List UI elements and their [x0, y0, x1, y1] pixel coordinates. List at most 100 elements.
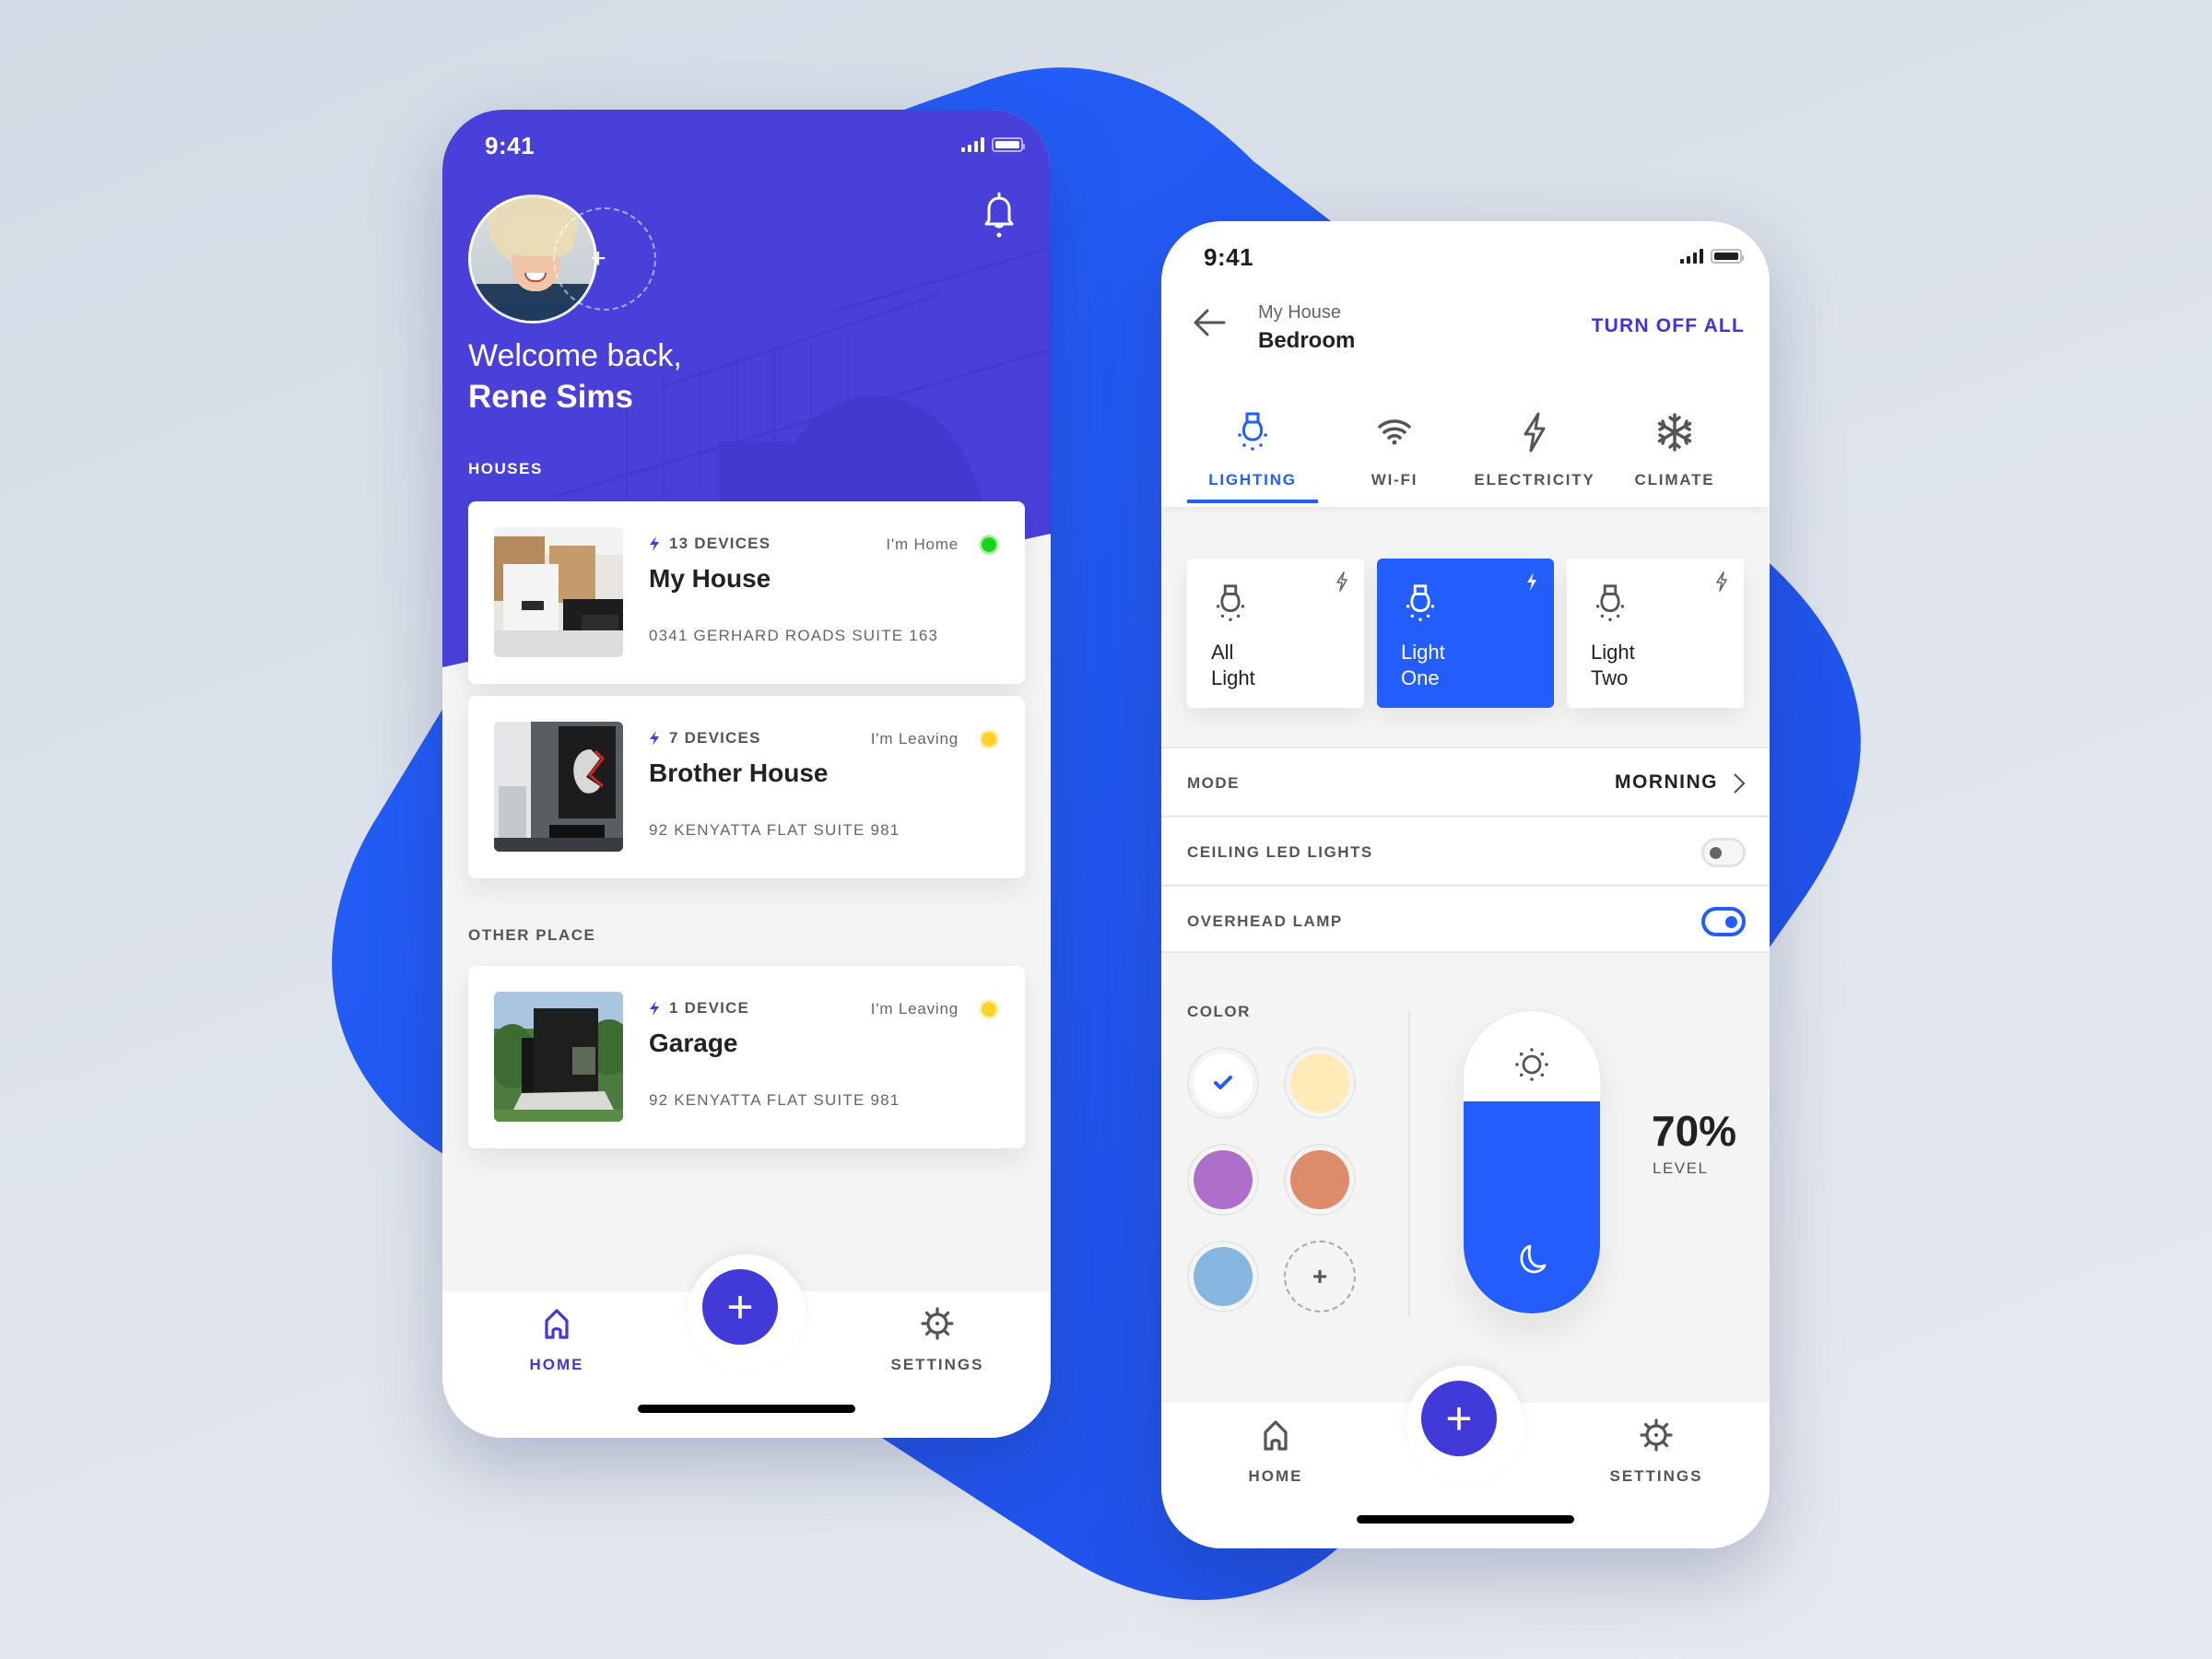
- bolt-icon: [1524, 412, 1546, 453]
- color-swatch-yellow[interactable]: [1284, 1047, 1356, 1119]
- ceiling-led-row: CEILING LED LIGHTS: [1161, 816, 1770, 884]
- plus-icon: +: [590, 243, 606, 274]
- home-indicator: [638, 1405, 855, 1413]
- active-tab-indicator: [1187, 500, 1318, 503]
- home-icon: [1264, 1420, 1288, 1451]
- cellular-signal-icon: [1680, 249, 1703, 264]
- bolt-icon: [1716, 571, 1727, 592]
- tab-home[interactable]: HOME: [1211, 1416, 1340, 1486]
- bolt-icon: [1527, 572, 1536, 591]
- wifi-icon: [1378, 419, 1411, 445]
- house-thumbnail: [494, 992, 623, 1122]
- bulb-icon: [1406, 584, 1435, 621]
- house-name: My House: [649, 564, 771, 593]
- house-name: Brother House: [649, 759, 829, 787]
- divider: [1408, 1010, 1410, 1316]
- house-thumbnail: [494, 527, 623, 657]
- level-label: LEVEL: [1653, 1159, 1709, 1177]
- arrow-left-icon[interactable]: [1191, 304, 1228, 341]
- tab-settings-label: SETTINGS: [890, 1356, 984, 1373]
- welcome-text: Welcome back,: [468, 338, 682, 373]
- add-button[interactable]: +: [702, 1269, 778, 1345]
- tab-home[interactable]: HOME: [492, 1304, 621, 1374]
- house-card-my-house[interactable]: 13 DEVICES I'm Home My House 0341 GERHAR…: [468, 501, 1025, 684]
- mode-row[interactable]: MODE MORNING: [1161, 747, 1770, 815]
- mode-value: MORNING: [1615, 771, 1718, 793]
- house-card-garage[interactable]: 1 DEVICE I'm Leaving Garage 92 KENYATTA …: [468, 966, 1025, 1148]
- page-title: Bedroom: [1258, 328, 1356, 353]
- tab-electricity[interactable]: ELECTRICITY: [1465, 410, 1604, 489]
- tab-wifi[interactable]: WI-FI: [1325, 410, 1464, 489]
- light-name: Light One: [1401, 641, 1445, 689]
- home-indicator: [1357, 1515, 1574, 1524]
- overhead-lamp-toggle[interactable]: [1701, 907, 1746, 936]
- tab-climate[interactable]: CLIMATE: [1606, 410, 1744, 489]
- tab-home-label: HOME: [529, 1356, 584, 1373]
- add-button[interactable]: +: [1421, 1381, 1497, 1456]
- plus-icon: +: [1445, 1393, 1473, 1444]
- chevron-right-icon: [1734, 773, 1746, 794]
- presence-status: I'm Leaving: [870, 1000, 959, 1018]
- room-header: 9:41 My House Bedroom TURN OFF ALL LIGHT…: [1161, 221, 1770, 507]
- device-count: 7 DEVICES: [649, 729, 761, 747]
- tab-settings[interactable]: SETTINGS: [873, 1304, 1002, 1374]
- bulb-icon: [1238, 412, 1267, 451]
- plus-icon: +: [1312, 1262, 1328, 1290]
- gear-icon: [921, 1307, 954, 1340]
- cellular-signal-icon: [961, 137, 984, 152]
- add-member-button[interactable]: +: [553, 207, 656, 311]
- checkmark-icon: [1214, 1076, 1232, 1089]
- user-name: Rene Sims: [468, 379, 633, 415]
- color-swatch-blue[interactable]: [1187, 1241, 1259, 1312]
- status-dot-leaving: [982, 1002, 996, 1017]
- presence-status: I'm Home: [886, 535, 959, 553]
- ceiling-led-label: CEILING LED LIGHTS: [1187, 843, 1373, 861]
- house-thumbnail: [494, 722, 623, 852]
- color-section-label: COLOR: [1187, 1003, 1251, 1020]
- bell-icon[interactable]: [981, 191, 1018, 241]
- battery-icon: [992, 137, 1025, 152]
- color-swatch-purple[interactable]: [1187, 1144, 1259, 1216]
- tab-home-label: HOME: [1248, 1467, 1303, 1485]
- status-time: 9:41: [1204, 243, 1254, 271]
- brightness-fill: [1464, 1101, 1600, 1313]
- status-dot-home: [982, 537, 996, 552]
- house-name: Garage: [649, 1029, 738, 1057]
- bottom-tab-bar: + HOME SETTINGS: [442, 1254, 1051, 1438]
- house-card-brother-house[interactable]: 7 DEVICES I'm Leaving Brother House 92 K…: [468, 696, 1025, 878]
- bulb-icon: [1595, 584, 1625, 621]
- house-address: 92 KENYATTA FLAT SUITE 981: [649, 1091, 900, 1109]
- home-screen: 9:41 + Welcome back, Rene Sims HOUSES 13…: [442, 110, 1051, 1438]
- snowflake-icon: [1657, 413, 1692, 452]
- level-value: 70%: [1652, 1107, 1737, 1155]
- device-count: 13 DEVICES: [649, 535, 771, 553]
- add-color-button[interactable]: +: [1284, 1241, 1356, 1312]
- bolt-icon: [650, 1001, 659, 1016]
- status-bar: 9:41: [1161, 221, 1770, 295]
- home-icon: [545, 1309, 569, 1339]
- light-card-light-one[interactable]: Light One: [1377, 559, 1554, 708]
- room-screen: 9:41 My House Bedroom TURN OFF ALL LIGHT…: [1161, 221, 1770, 1548]
- moon-icon: [1520, 1244, 1547, 1274]
- overhead-lamp-label: OVERHEAD LAMP: [1187, 912, 1343, 930]
- tab-lighting[interactable]: LIGHTING: [1183, 410, 1322, 489]
- color-swatch-white[interactable]: [1187, 1047, 1259, 1119]
- overhead-lamp-row: OVERHEAD LAMP: [1161, 885, 1770, 953]
- plus-icon: +: [726, 1281, 754, 1333]
- light-name: Light Two: [1591, 641, 1635, 689]
- bulb-icon: [1216, 584, 1245, 621]
- breadcrumb-house: My House: [1258, 302, 1342, 323]
- house-address: 92 KENYATTA FLAT SUITE 981: [649, 821, 900, 839]
- sun-icon: [1515, 1048, 1548, 1081]
- light-card-light-two[interactable]: Light Two: [1567, 559, 1744, 708]
- tab-settings[interactable]: SETTINGS: [1592, 1416, 1721, 1486]
- light-card-all-light[interactable]: All Light: [1187, 559, 1364, 708]
- brightness-slider[interactable]: [1462, 1009, 1602, 1315]
- battery-icon: [1711, 249, 1744, 264]
- color-swatch-orange[interactable]: [1284, 1144, 1356, 1216]
- tab-settings-label: SETTINGS: [1609, 1467, 1703, 1485]
- device-count: 1 DEVICE: [649, 999, 749, 1018]
- bottom-tab-bar: + HOME SETTINGS: [1161, 1366, 1770, 1548]
- turn-off-all-button[interactable]: TURN OFF ALL: [1592, 315, 1745, 337]
- ceiling-led-toggle[interactable]: [1701, 838, 1746, 867]
